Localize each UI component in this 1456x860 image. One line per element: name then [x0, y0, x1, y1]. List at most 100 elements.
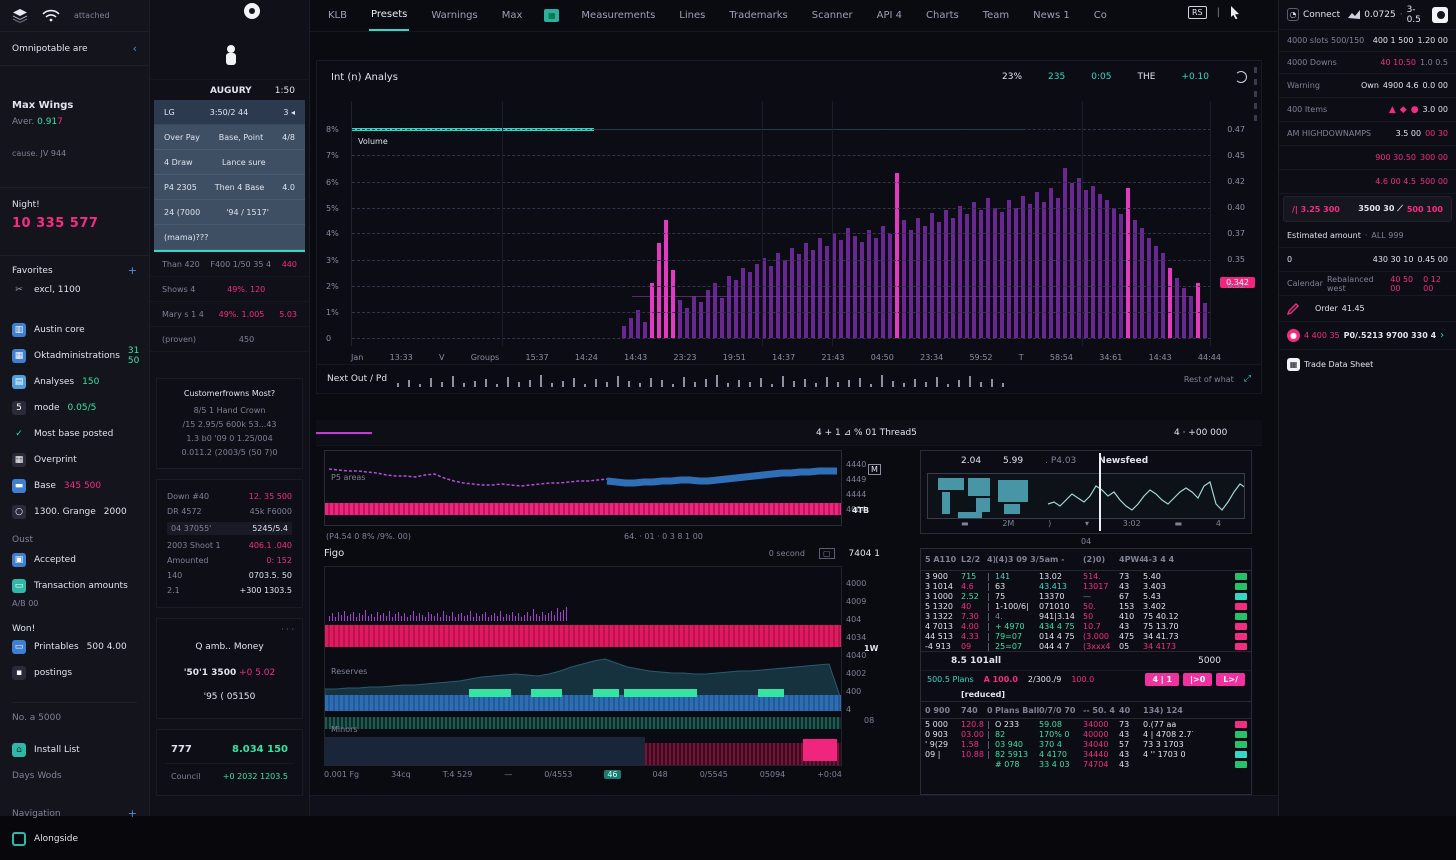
sidebar-item-printables[interactable]: ▭Printables500 4.00 [12, 634, 137, 660]
wifi-icon[interactable] [42, 9, 60, 22]
sidebar-item-overprint[interactable]: ▦Overprint [12, 447, 137, 473]
nav-item-scanner[interactable]: Scanner [810, 1, 855, 30]
photo-icon[interactable] [1432, 7, 1448, 23]
down-row[interactable]: DR 457245k F6000 [167, 507, 292, 516]
watchlist-selected-row[interactable]: Over PayBase, Point4/8 [154, 125, 305, 150]
sidebar-item-1300-grange[interactable]: ○1300. Grange2000 [12, 499, 137, 525]
nav-item-max[interactable]: Max [500, 1, 525, 30]
user-icon[interactable] [222, 44, 240, 66]
watchlist-selected-row[interactable]: LG3:50/2 443 ◂ [154, 100, 305, 125]
table-row[interactable]: 5 000120.8|O 23359.0834000730.(77 aa [921, 719, 1251, 729]
favorites-add-icon[interactable]: + [128, 264, 137, 277]
news-tick[interactable]: ) [1048, 519, 1051, 528]
table-row[interactable]: 09 |10.88|82 59134 417034440434 '' 1703 … [921, 749, 1251, 759]
down-row[interactable]: 2.1+300 1303.5 [167, 586, 292, 595]
highlight-order-row[interactable]: /| 3.25 300 3500 30 ⟋ 500 100 [1283, 196, 1452, 222]
active-position-row[interactable]: ● 4 400 35 P0/.5213 9700 330 4 › [1279, 322, 1456, 350]
table-row[interactable]: -4 91309|25=07044 4 7(3xxx40534 4173 [921, 641, 1251, 651]
sidebar-item-postings[interactable]: ▪postings [12, 660, 137, 686]
action-button[interactable]: 4 | 1 [1145, 673, 1179, 686]
refresh-icon[interactable] [1235, 71, 1247, 83]
table-row[interactable]: 3 900715|14113.02514.735.40 [921, 571, 1251, 581]
table-row[interactable]: ' 9(291.58|03 940370 4340405773 3 1703 [921, 739, 1251, 749]
mid-chart[interactable]: P5 areas 4440444944444004 4TB M (P4.54 0… [324, 450, 880, 544]
nav-item-klb[interactable]: KLB [326, 1, 349, 30]
diamond-icon[interactable]: ◆ [1400, 105, 1407, 115]
sidebar-item-mode[interactable]: 5mode0.05/5 [12, 395, 137, 421]
watchlist-selected-row[interactable]: (mama)??? [154, 225, 305, 250]
down-row[interactable]: 1400703.5. 50 [167, 571, 292, 580]
table-row[interactable]: # 07833 4 037470443 [921, 759, 1251, 769]
nav-item-news-1[interactable]: News 1 [1031, 1, 1072, 30]
down-row[interactable]: 2003 Shoot 1406.1 .040 [167, 541, 292, 550]
ob-cell: 0 903 [925, 730, 961, 739]
sidebar-item-accepted[interactable]: ▣Accepted [12, 547, 137, 573]
down-row[interactable]: Down #4012. 35 500 [167, 492, 292, 501]
figo-chart[interactable]: Figo 0 second ▢ 7404 1 Reserves Minors 4… [324, 548, 880, 794]
news-tick[interactable]: 3:02 [1123, 519, 1141, 528]
nav-item-trademarks[interactable]: Trademarks [727, 1, 789, 30]
watchlist-selected-row[interactable]: 4 DrawLance sure [154, 150, 305, 175]
navigation-add-icon[interactable]: + [128, 807, 137, 820]
nav-item-measurements[interactable]: Measurements [579, 1, 657, 30]
cursor-icon[interactable] [1230, 6, 1240, 19]
watchlist-row[interactable]: Shows 449%. 120 [150, 277, 309, 302]
mid-corner-icon[interactable]: M [868, 464, 881, 475]
news-tick[interactable]: ▾ [1085, 519, 1089, 528]
news-tick[interactable]: 2M [1002, 519, 1014, 528]
sidebar-item-austin-core[interactable]: ▥Austin core [12, 317, 137, 343]
news-tick[interactable]: ▬ [1175, 519, 1183, 528]
figo-control[interactable]: 0 second [769, 549, 805, 558]
nav-item-warnings[interactable]: Warnings [429, 1, 479, 30]
sidebar-item-analyses[interactable]: ▤Analyses150 [12, 369, 137, 395]
sidebar-item-alongside[interactable]: Alongside [12, 826, 137, 852]
sidebar-item-most-base-posted[interactable]: ✓Most base posted [12, 421, 137, 447]
nav-item-charts[interactable]: Charts [924, 1, 961, 30]
main-chart-plot[interactable]: Volume 0.342 8%7%6%5%4%3%2%1%00.470.450.… [351, 101, 1211, 346]
watchlist-row[interactable]: Mary s 1 449%. 1.0055.03 [150, 302, 309, 327]
triangle-icon[interactable]: ▲ [1389, 105, 1396, 115]
news-tick[interactable]: 4 [1216, 519, 1221, 528]
timeline-scrubber[interactable]: Next Out / Pd Rest of what ⤢ [316, 364, 1262, 394]
more-dots-icon[interactable]: · · · [165, 625, 294, 634]
table-row[interactable]: 44 5134.33|79=07014 4 75(3.00047534 41.7… [921, 631, 1251, 641]
collapse-chevron-icon[interactable]: ‹ [133, 42, 137, 55]
expand-icon[interactable]: ⤢ [1244, 374, 1251, 384]
table-row[interactable]: 3 10144.6|6343.41313017433.403 [921, 581, 1251, 591]
table-row[interactable]: 3 13227.30|4.941|3.145041075 40.12 [921, 611, 1251, 621]
layers-icon[interactable] [12, 9, 28, 23]
news-tick[interactable]: ▬ [961, 519, 969, 528]
nav-item-team[interactable]: Team [981, 1, 1011, 30]
sidebar-item-transaction-amounts[interactable]: ▭Transaction amounts [12, 573, 137, 599]
action-button[interactable]: |>0 [1183, 673, 1212, 686]
watchlist-selected-row[interactable]: 24 (7000'94 / 1517' [154, 200, 305, 225]
news-panel[interactable]: 2.04 5.99 . P4.03 Newsfeed ▬2M)▾3:02▬4 0… [920, 450, 1252, 534]
shortcut-badge[interactable]: RS [1188, 6, 1207, 19]
table-row[interactable]: 4 70134.00|+ 4970434 4 7510.74375 13.70 [921, 621, 1251, 631]
table-row[interactable]: 5 132040|1-100/6|07101050.1533.402 [921, 601, 1251, 611]
nav-item-lines[interactable]: Lines [677, 1, 707, 30]
down-row[interactable]: Amounted0: 152 [167, 556, 292, 565]
scrollbar[interactable] [1254, 67, 1257, 127]
action-button[interactable]: L>/ [1216, 673, 1245, 686]
sidebar-item-base[interactable]: ▬Base345 500 [12, 473, 137, 499]
trade-data-sheet-row[interactable]: ▦ Trade Data Sheet [1279, 350, 1456, 378]
sidebar-item-install-list[interactable]: ⌂ Install List [12, 737, 137, 763]
pencil-icon[interactable] [1287, 303, 1299, 315]
favorites-item[interactable]: ✂ excl, 1100 [12, 277, 137, 303]
nav-item-presets[interactable]: Presets [369, 0, 409, 31]
app-logo[interactable] [244, 3, 260, 19]
table-row[interactable]: 3 10002.52|7513370—675.43 [921, 591, 1251, 601]
sidebar-item-oktadministrations[interactable]: ▦Oktadministrations31 50 [12, 343, 137, 369]
chevron-right-icon[interactable]: › [1440, 330, 1444, 341]
nav-grid-icon[interactable]: ▦ [544, 9, 559, 22]
nav-item-co[interactable]: Co [1092, 1, 1109, 30]
figo-box-icon[interactable]: ▢ [819, 548, 835, 559]
watchlist-row[interactable]: Than 420F400 1/50 35 4440 [150, 252, 309, 277]
watchlist-selected-row[interactable]: P4 2305Then 4 Base4.0 [154, 175, 305, 200]
dot-icon[interactable]: ● [1411, 105, 1419, 115]
nav-item-api-4[interactable]: API 4 [875, 1, 904, 30]
watchlist-row[interactable]: (proven)450 [150, 327, 309, 352]
down-row[interactable]: 04 37055'5245/5.4 [167, 522, 292, 535]
table-row[interactable]: 0 90303.00|82170% 040000434 | 4708 2.77 [921, 729, 1251, 739]
